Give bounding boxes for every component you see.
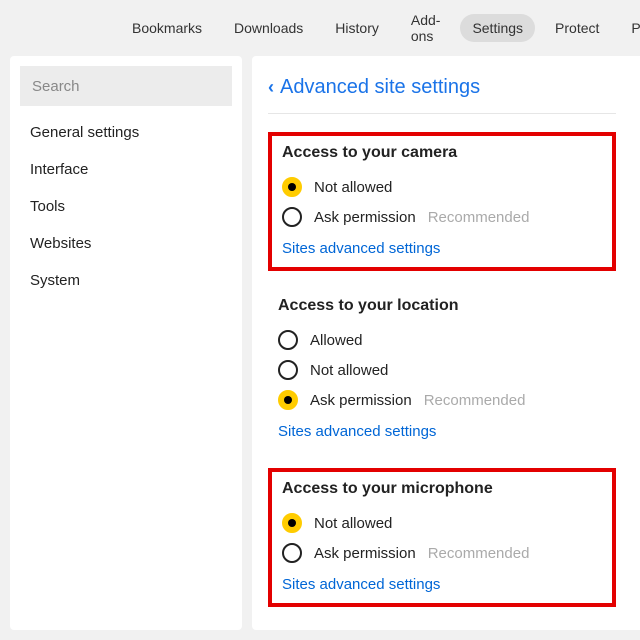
option-mic-not-allowed[interactable]: Not allowed xyxy=(282,508,602,538)
option-location-allowed[interactable]: Allowed xyxy=(278,325,606,355)
option-label: Ask permission xyxy=(310,392,412,409)
radio-icon[interactable] xyxy=(282,543,302,563)
group-camera: Access to your camera Not allowed Ask pe… xyxy=(268,132,616,271)
breadcrumb-label: Advanced site settings xyxy=(280,76,480,99)
option-label: Ask permission xyxy=(314,209,416,226)
sidebar-item-system[interactable]: System xyxy=(10,262,242,299)
sidebar-item-websites[interactable]: Websites xyxy=(10,225,242,262)
recommended-label: Recommended xyxy=(428,545,530,562)
tab-protect[interactable]: Protect xyxy=(543,14,611,42)
radio-icon[interactable] xyxy=(278,360,298,380)
tab-addons[interactable]: Add-ons xyxy=(399,6,453,50)
breadcrumb[interactable]: ‹ Advanced site settings xyxy=(268,76,616,114)
settings-sidebar: General settings Interface Tools Website… xyxy=(10,56,242,630)
radio-icon[interactable] xyxy=(282,207,302,227)
sites-advanced-link[interactable]: Sites advanced settings xyxy=(278,423,436,440)
recommended-label: Recommended xyxy=(428,209,530,226)
tab-downloads[interactable]: Downloads xyxy=(222,14,315,42)
option-label: Not allowed xyxy=(314,515,392,532)
group-microphone-title: Access to your microphone xyxy=(282,480,602,498)
group-camera-title: Access to your camera xyxy=(282,144,602,162)
radio-icon[interactable] xyxy=(282,177,302,197)
group-location: Access to your location Allowed Not allo… xyxy=(268,289,616,450)
option-label: Not allowed xyxy=(310,362,388,379)
chevron-left-icon: ‹ xyxy=(268,77,274,98)
search-input[interactable] xyxy=(20,66,232,106)
radio-icon[interactable] xyxy=(282,513,302,533)
option-camera-not-allowed[interactable]: Not allowed xyxy=(282,172,602,202)
sidebar-item-general[interactable]: General settings xyxy=(10,114,242,151)
option-label: Not allowed xyxy=(314,179,392,196)
sidebar-item-interface[interactable]: Interface xyxy=(10,151,242,188)
option-location-ask[interactable]: Ask permission Recommended xyxy=(278,385,606,415)
sidebar-item-tools[interactable]: Tools xyxy=(10,188,242,225)
radio-icon[interactable] xyxy=(278,330,298,350)
main-panel: ‹ Advanced site settings Access to your … xyxy=(252,56,640,630)
tab-settings[interactable]: Settings xyxy=(460,14,535,42)
tab-passwords[interactable]: Passwords xyxy=(619,14,640,42)
radio-icon[interactable] xyxy=(278,390,298,410)
sites-advanced-link[interactable]: Sites advanced settings xyxy=(282,576,440,593)
option-camera-ask[interactable]: Ask permission Recommended xyxy=(282,202,602,232)
sites-advanced-link[interactable]: Sites advanced settings xyxy=(282,240,440,257)
option-label: Allowed xyxy=(310,332,363,349)
option-location-not-allowed[interactable]: Not allowed xyxy=(278,355,606,385)
group-location-title: Access to your location xyxy=(278,297,606,315)
tab-bookmarks[interactable]: Bookmarks xyxy=(120,14,214,42)
option-mic-ask[interactable]: Ask permission Recommended xyxy=(282,538,602,568)
group-microphone: Access to your microphone Not allowed As… xyxy=(268,468,616,607)
option-label: Ask permission xyxy=(314,545,416,562)
recommended-label: Recommended xyxy=(424,392,526,409)
top-tab-bar: Bookmarks Downloads History Add-ons Sett… xyxy=(0,0,640,56)
tab-history[interactable]: History xyxy=(323,14,391,42)
